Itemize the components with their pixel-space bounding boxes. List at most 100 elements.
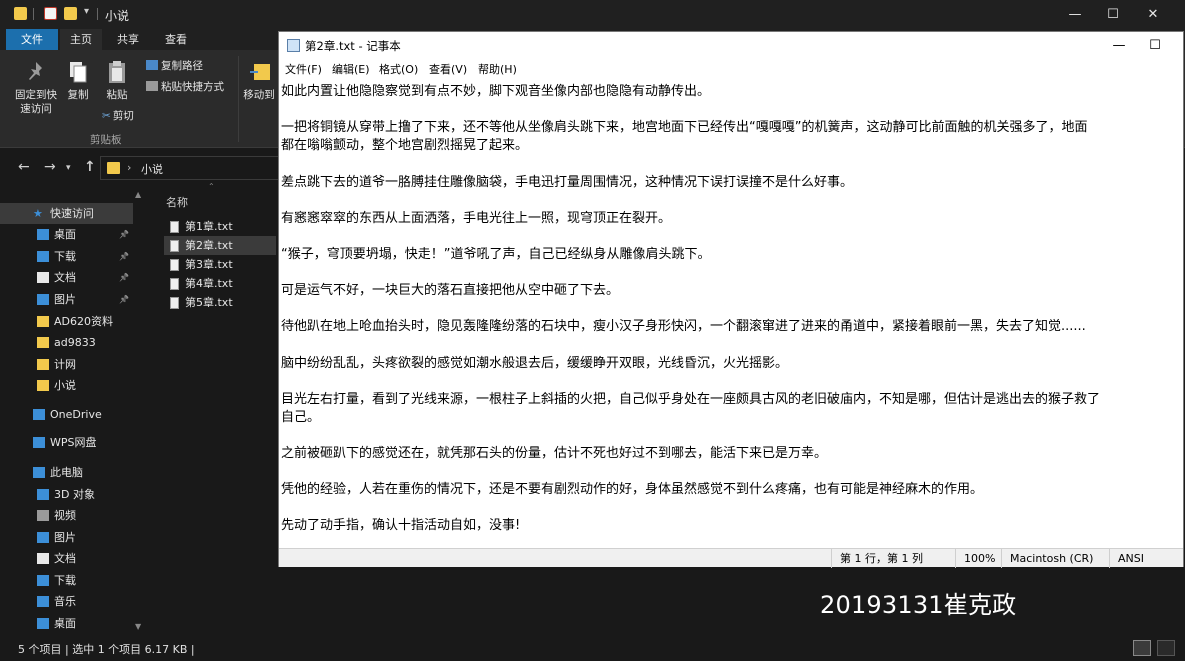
sidebar-item-label: 下载 (54, 250, 76, 263)
cut-button[interactable]: ✂ 剪切 (102, 108, 134, 123)
sidebar-item[interactable]: AD620资料 (0, 311, 133, 332)
breadcrumb-chevron-icon[interactable]: › (127, 161, 131, 174)
sidebar-item-label: OneDrive (50, 408, 102, 421)
zoom-level: 100% (955, 549, 999, 568)
pin-icon: 📌 (119, 295, 129, 304)
tab-home[interactable]: 主页 (60, 29, 102, 50)
paste-button[interactable]: 粘贴 (102, 60, 132, 102)
copy-path-button[interactable]: 复制路径 (146, 58, 203, 73)
back-arrow-icon[interactable]: ← (18, 159, 30, 175)
sidebar-item-label: 计网 (54, 358, 76, 371)
sidebar-item-label: 音乐 (54, 595, 76, 608)
menu-edit[interactable]: 编辑(E) (332, 61, 370, 77)
sidebar-item[interactable]: OneDrive (0, 404, 133, 425)
sidebar-item[interactable]: WPS网盘 (0, 432, 133, 453)
text-line: 待他趴在地上呛血抬头时，隐见轰隆隆纷落的石块中，瘦小汉子身形快闪，一个翻滚窜进了… (281, 319, 1086, 335)
copy-label: 复制 (67, 89, 89, 101)
properties-icon[interactable] (44, 7, 57, 20)
column-header-name[interactable]: 名称 (166, 194, 188, 210)
recent-dropdown-icon[interactable]: ▾ (66, 163, 71, 173)
pin-label-line1: 固定到快 (15, 89, 57, 101)
sidebar-item[interactable]: 此电脑 (0, 462, 133, 483)
pin-icon: 📌 (119, 273, 129, 282)
sidebar-item-label: WPS网盘 (50, 436, 97, 449)
picture-icon (37, 532, 49, 543)
star-icon: ★ (33, 207, 43, 220)
sidebar-item[interactable]: 视频 (0, 505, 133, 526)
file-name: 第2章.txt (185, 239, 233, 252)
text-line: 先动了动手指，确认十指活动自如，没事! (281, 518, 521, 534)
sidebar-item[interactable]: 下载 📌 (0, 246, 133, 267)
file-item[interactable]: 第3章.txt (164, 255, 276, 274)
menu-file[interactable]: 文件(F) (285, 61, 322, 77)
sidebar-item[interactable]: 图片 (0, 527, 133, 548)
menu-format[interactable]: 格式(O) (379, 61, 418, 77)
breadcrumb-current[interactable]: 小说 (141, 161, 163, 177)
menu-view[interactable]: 查看(V) (429, 61, 467, 77)
text-file-icon (170, 297, 179, 309)
quick-access-dropdown-icon[interactable]: ▾ (84, 6, 89, 17)
sidebar-item[interactable]: 小说 (0, 375, 133, 396)
copy-button[interactable]: 复制 (64, 60, 92, 102)
copy-path-icon (146, 60, 158, 70)
notepad-menubar: 文件(F) 编辑(E) 格式(O) 查看(V) 帮助(H) (279, 59, 1183, 77)
details-view-icon[interactable] (1133, 640, 1151, 656)
sidebar-item-label: 文档 (54, 552, 76, 565)
file-name: 第5章.txt (185, 296, 233, 309)
nav-scrollbar[interactable]: ▲ ▼ (133, 188, 147, 636)
window-title: 小说 (105, 9, 130, 23)
paste-shortcut-button[interactable]: 粘贴快捷方式 (146, 79, 224, 94)
sidebar-item[interactable]: 文档 (0, 548, 133, 569)
folder-icon (37, 337, 49, 348)
paste-shortcut-label: 粘贴快捷方式 (161, 81, 224, 93)
folder-icon (37, 359, 49, 370)
close-button[interactable]: ✕ (1130, 0, 1176, 29)
move-to-button[interactable]: 移动到 (240, 60, 278, 102)
text-line: 目光左右打量，看到了光线来源，一根柱子上斜插的火把，自己似乎身处在一座颇具古风的… (281, 391, 1101, 407)
notepad-titlebar: 第2章.txt - 记事本 — ☐ (279, 32, 1183, 59)
tab-share[interactable]: 共享 (106, 29, 150, 50)
sidebar-item[interactable]: 3D 对象 (0, 484, 133, 505)
large-icons-view-icon[interactable] (1157, 640, 1175, 656)
pin-to-quick-access-button[interactable]: 固定到快 速访问 (12, 60, 60, 116)
sidebar-item[interactable]: 图片 📌 (0, 289, 133, 310)
tab-view[interactable]: 查看 (152, 29, 200, 50)
file-item[interactable]: 第4章.txt (164, 274, 276, 293)
sidebar-item[interactable]: 计网 (0, 354, 133, 375)
desktop-icon (37, 229, 49, 240)
sidebar-item[interactable]: ad9833 (0, 332, 133, 353)
notepad-minimize-button[interactable]: — (1099, 32, 1139, 59)
file-name: 第4章.txt (185, 277, 233, 290)
scroll-down-icon[interactable]: ▼ (135, 622, 141, 631)
text-line: 有窸窸窣窣的东西从上面洒落，手电光往上一照，现穹顶正在裂开。 (281, 210, 672, 226)
group-label-clipboard: 剪贴板 (90, 134, 122, 146)
folder-icon (37, 380, 49, 391)
forward-arrow-icon[interactable]: → (44, 159, 56, 175)
new-folder-icon[interactable] (64, 7, 77, 20)
text-line: 差点跳下去的道爷一胳膊挂住雕像脑袋，手电迅打量周围情况，这种情况下误打误撞不是什… (281, 174, 854, 190)
scroll-up-icon[interactable]: ▲ (135, 190, 141, 199)
file-item[interactable]: 第5章.txt (164, 293, 276, 312)
notepad-title: 第2章.txt - 记事本 (305, 39, 401, 53)
text-file-icon (170, 240, 179, 252)
file-item[interactable]: 第1章.txt (164, 217, 276, 236)
sidebar-item[interactable]: 文档 📌 (0, 267, 133, 288)
text-file-icon (170, 221, 179, 233)
sidebar-item-label: 视频 (54, 509, 76, 522)
address-bar[interactable]: › 小说 (100, 156, 278, 180)
cursor-position: 第 1 行，第 1 列 (831, 549, 953, 568)
notepad-text-area[interactable]: 如此内置让他隐隐察觉到有点不妙，脚下观音坐像内部也隐隐有动静传出。 一把将铜镜从穿… (281, 78, 1183, 548)
menu-help[interactable]: 帮助(H) (478, 61, 517, 77)
sidebar-item[interactable]: 桌面 📌 (0, 224, 133, 245)
file-item[interactable]: 第2章.txt (164, 236, 276, 255)
sidebar-item[interactable]: 下载 (0, 570, 133, 591)
text-line: 可是运气不好，一块巨大的落石直接把他从空中砸了下去。 (281, 283, 620, 299)
up-arrow-icon[interactable]: ↑ (84, 159, 96, 175)
sidebar-item[interactable]: 桌面 (0, 613, 133, 634)
tab-file[interactable]: 文件 (6, 29, 58, 50)
sidebar-item[interactable]: 音乐 (0, 591, 133, 612)
notepad-maximize-button[interactable]: ☐ (1135, 32, 1175, 59)
sidebar-item-label: 小说 (54, 379, 76, 392)
sidebar-item[interactable]: ★ 快速访问 (0, 203, 133, 224)
video-icon (37, 510, 49, 521)
